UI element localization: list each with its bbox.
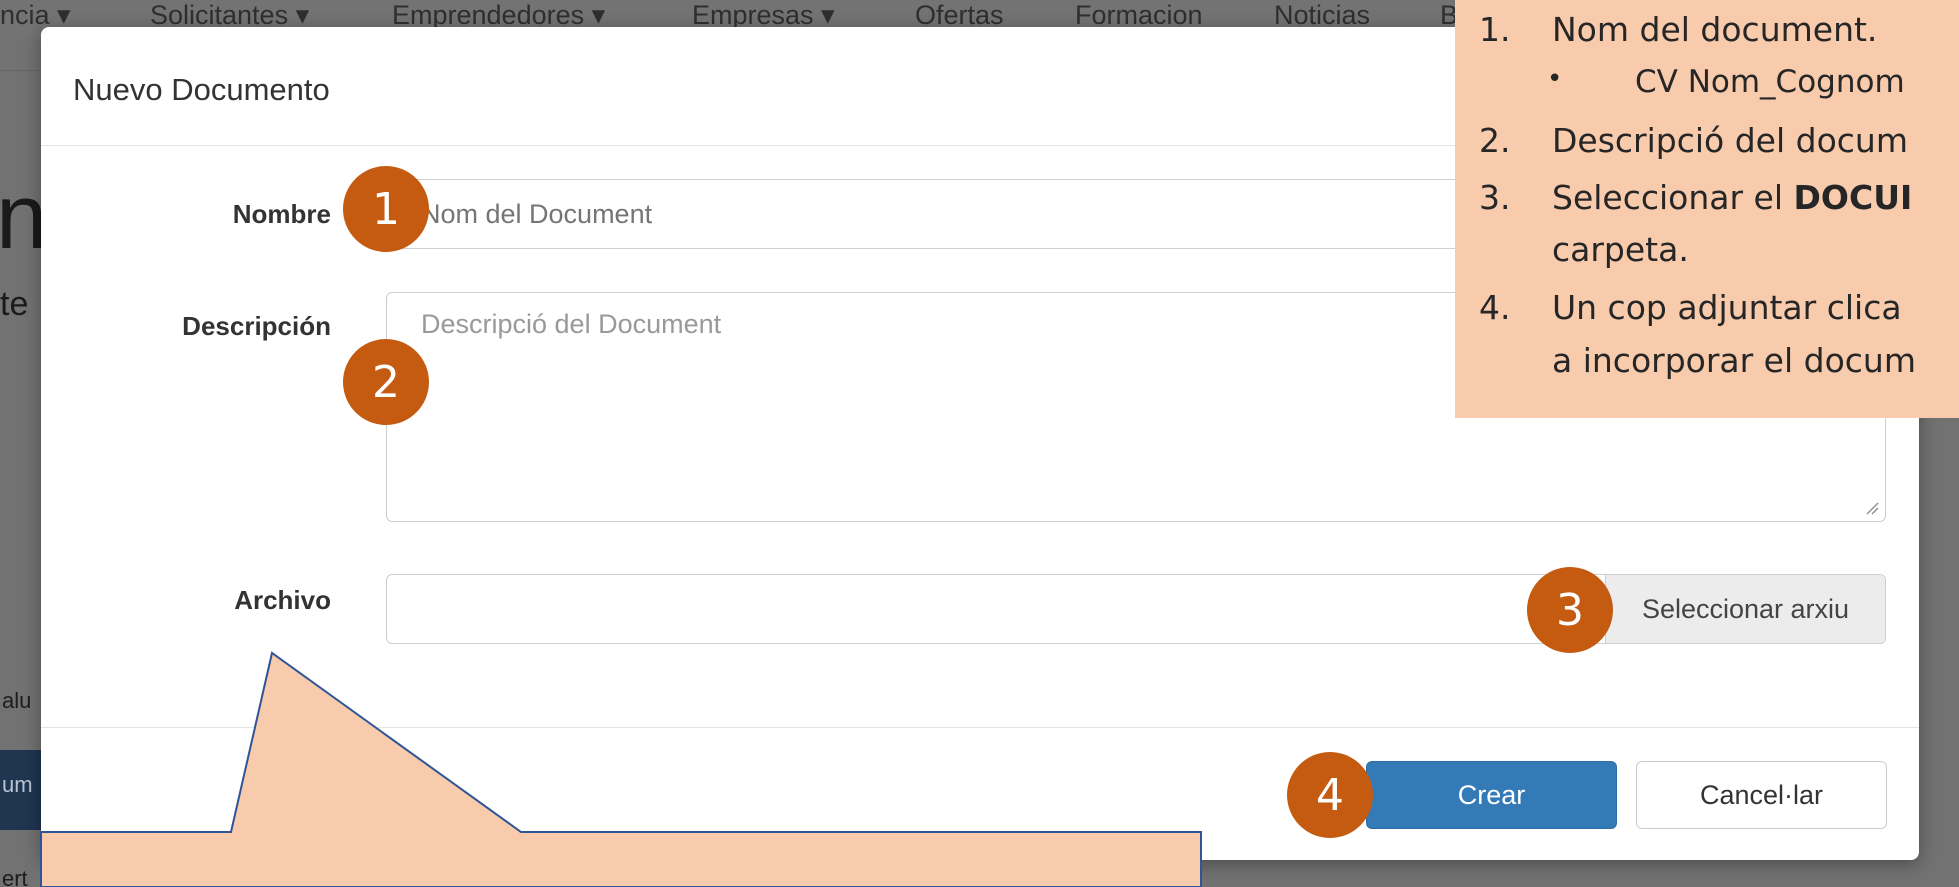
note-item-number: 3. (1479, 178, 1511, 217)
note-item-text-continued: carpeta. (1552, 230, 1689, 269)
instruction-note: 1. Nom del document. • CV Nom_Cognom 2. … (1455, 0, 1959, 418)
note-item-text-continued: a incorporar el docum (1552, 341, 1916, 380)
step-2-badge: 2 (343, 339, 429, 425)
note-item-text: CV Nom_Cognom (1635, 64, 1905, 100)
note-item-number: 1. (1479, 10, 1511, 49)
note-item-text: Seleccionar el DOCUI (1552, 178, 1913, 217)
note-item-text: Un cop adjuntar clica (1552, 288, 1902, 327)
step-1-badge: 1 (343, 166, 429, 252)
note-item-number: 4. (1479, 288, 1511, 327)
note-item-number: 2. (1479, 121, 1511, 160)
step-4-badge: 4 (1287, 752, 1373, 838)
note-item-text: Descripció del docum (1552, 121, 1908, 160)
step-3-badge: 3 (1527, 567, 1613, 653)
note-item-text: Nom del document. (1552, 10, 1878, 49)
note-bullet: • (1547, 64, 1563, 94)
